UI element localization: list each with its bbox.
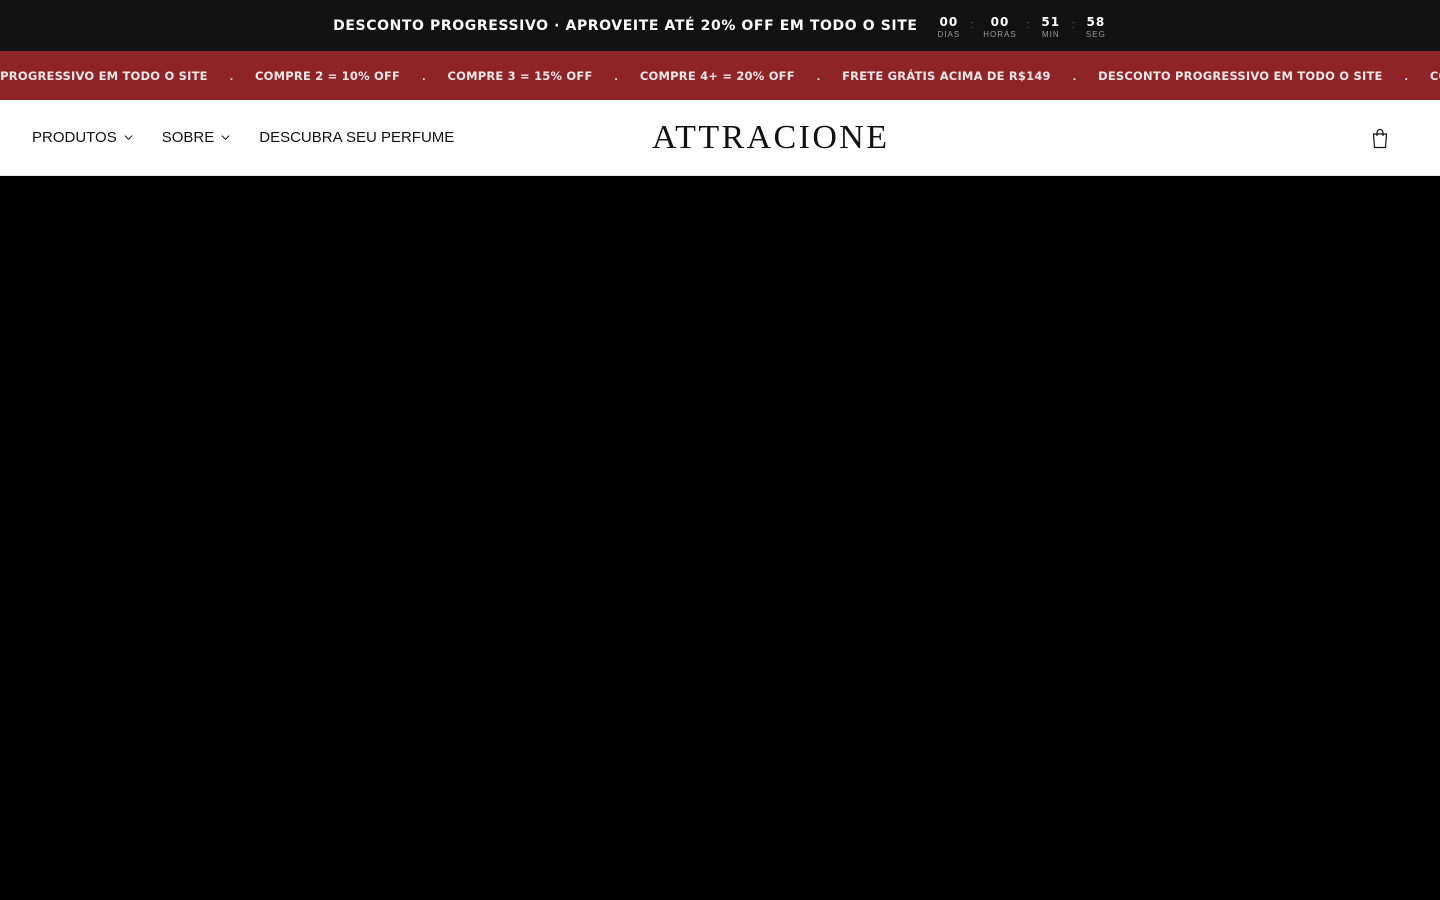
nav-about-label: SOBRE	[161, 129, 215, 146]
countdown-hours-value: 00	[990, 15, 1010, 29]
nav-discover-label: DESCUBRA SEU PERFUME	[259, 129, 455, 146]
main-nav: PRODUTOS SOBRE DESCUBRA SEU PERFUME	[0, 129, 454, 146]
ticker-separator: .	[422, 68, 426, 83]
nav-discover-perfume[interactable]: DESCUBRA SEU PERFUME	[259, 129, 454, 146]
countdown-days-value: 00	[939, 15, 959, 29]
nav-products[interactable]: PRODUTOS	[32, 129, 134, 146]
ticker-separator: .	[1404, 68, 1408, 83]
hero-banner	[0, 176, 1440, 900]
ticker-separator: .	[1072, 68, 1077, 83]
countdown-separator: :	[1071, 19, 1075, 31]
site-header: PRODUTOS SOBRE DESCUBRA SEU PERFUME ATTR…	[0, 100, 1440, 176]
promo-ticker-track: O PROGRESSIVO EM TODO O SITE . COMPRE 2 …	[0, 51, 1440, 100]
ticker-separator: .	[614, 68, 618, 83]
chevron-down-icon	[221, 135, 230, 141]
countdown-seconds-value: 58	[1086, 15, 1106, 29]
ticker-item: COMPRE 2 = 10% OFF	[1429, 68, 1440, 83]
countdown-hours-label: HORAS	[983, 30, 1017, 39]
countdown-hours: 00 HORAS	[983, 15, 1016, 40]
countdown-days-label: DIAS	[937, 30, 961, 39]
ticker-separator: .	[816, 68, 821, 83]
ticker-item: COMPRE 3 = 15% OFF	[447, 68, 593, 83]
countdown-minutes-label: MIN	[1041, 30, 1060, 39]
nav-about[interactable]: SOBRE	[162, 129, 232, 146]
ticker-item: DESCONTO PROGRESSIVO EM TODO O SITE	[1098, 68, 1383, 83]
announcement-text: DESCONTO PROGRESSIVO · APROVEITE ATÉ 20%…	[333, 17, 918, 34]
countdown-separator: :	[970, 19, 974, 31]
brand-logo[interactable]: ATTRACIONE	[652, 119, 889, 156]
announcement-bar: DESCONTO PROGRESSIVO · APROVEITE ATÉ 20%…	[0, 0, 1440, 51]
ticker-item: O PROGRESSIVO EM TODO O SITE	[0, 68, 208, 83]
nav-products-label: PRODUTOS	[32, 129, 117, 146]
ticker-separator: .	[229, 68, 234, 83]
ticker-item: COMPRE 2 = 10% OFF	[255, 68, 401, 83]
chevron-down-icon	[124, 135, 133, 141]
countdown-minutes-value: 51	[1041, 15, 1061, 29]
countdown-seconds-label: SEG	[1085, 30, 1106, 39]
countdown-separator: :	[1026, 19, 1030, 31]
ticker-item: COMPRE 4+ = 20% OFF	[639, 68, 795, 83]
countdown-seconds: 58 SEG	[1085, 15, 1107, 40]
ticker-item: FRETE GRÁTIS ACIMA DE R$149	[842, 68, 1051, 83]
shopping-bag-icon[interactable]	[1370, 127, 1390, 149]
countdown-timer: 00 DIAS : 00 HORAS : 51 MIN : 58 SEG	[938, 15, 1107, 40]
countdown-minutes: 51 MIN	[1040, 15, 1062, 40]
countdown-days: 00 DIAS	[938, 15, 961, 40]
promo-ticker: O PROGRESSIVO EM TODO O SITE . COMPRE 2 …	[0, 51, 1440, 100]
